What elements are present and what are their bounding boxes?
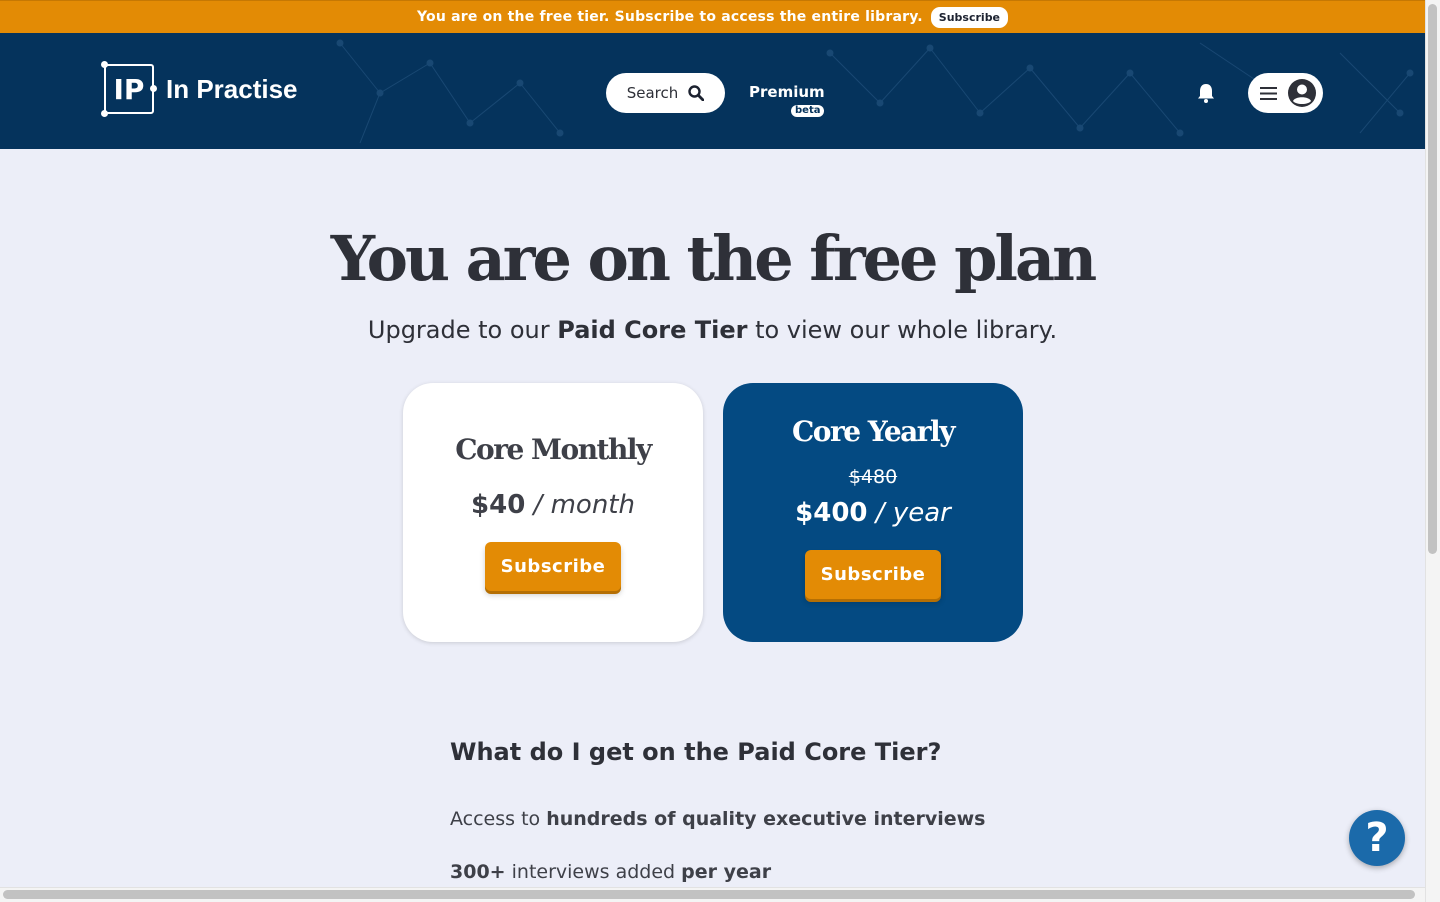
banner-message: You are on the free tier. Subscribe to a… — [416, 9, 923, 25]
plan-title: Core Yearly — [792, 415, 955, 448]
logo-mark: IP — [101, 61, 157, 117]
logo-text: In Practise — [166, 73, 298, 104]
user-menu-button[interactable] — [1248, 73, 1323, 113]
feature-item: Access to hundreds of quality executive … — [450, 808, 986, 830]
search-button[interactable]: Search — [606, 73, 725, 113]
account-icon — [1288, 79, 1316, 107]
plan-title: Core Monthly — [455, 433, 652, 466]
plan-old-price: $480 — [848, 466, 898, 488]
plan-price: $400 / year — [795, 498, 951, 528]
plan-price: $40 / month — [471, 490, 635, 520]
premium-link[interactable]: Premium — [749, 83, 825, 101]
free-tier-banner: You are on the free tier. Subscribe to a… — [0, 0, 1425, 33]
site-logo[interactable]: IP In Practise — [101, 61, 298, 117]
question-icon: ? — [1365, 815, 1389, 861]
search-icon — [688, 85, 705, 101]
plan-card-monthly: Core Monthly $40 / month Subscribe — [403, 383, 703, 642]
subscribe-monthly-button[interactable]: Subscribe — [485, 542, 621, 591]
site-header: IP In Practise Search Premium beta — [0, 33, 1425, 149]
features-title: What do I get on the Paid Core Tier? — [450, 738, 942, 766]
help-button[interactable]: ? — [1349, 810, 1405, 866]
page-title: You are on the free plan — [330, 222, 1098, 295]
horizontal-scrollbar-thumb[interactable] — [3, 890, 1415, 899]
beta-badge: beta — [791, 105, 825, 117]
subscribe-yearly-button[interactable]: Subscribe — [805, 550, 941, 599]
page-subtitle: Upgrade to our Paid Core Tier to view ou… — [367, 316, 1058, 344]
feature-item: 300+ interviews added per year — [450, 861, 772, 883]
plan-card-yearly: Core Yearly $480 $400 / year Subscribe — [723, 383, 1023, 642]
vertical-scrollbar-thumb[interactable] — [1428, 4, 1437, 554]
menu-icon — [1260, 86, 1277, 100]
search-label: Search — [626, 84, 679, 102]
bell-icon[interactable] — [1197, 83, 1215, 103]
banner-subscribe-button[interactable]: Subscribe — [930, 6, 1009, 28]
